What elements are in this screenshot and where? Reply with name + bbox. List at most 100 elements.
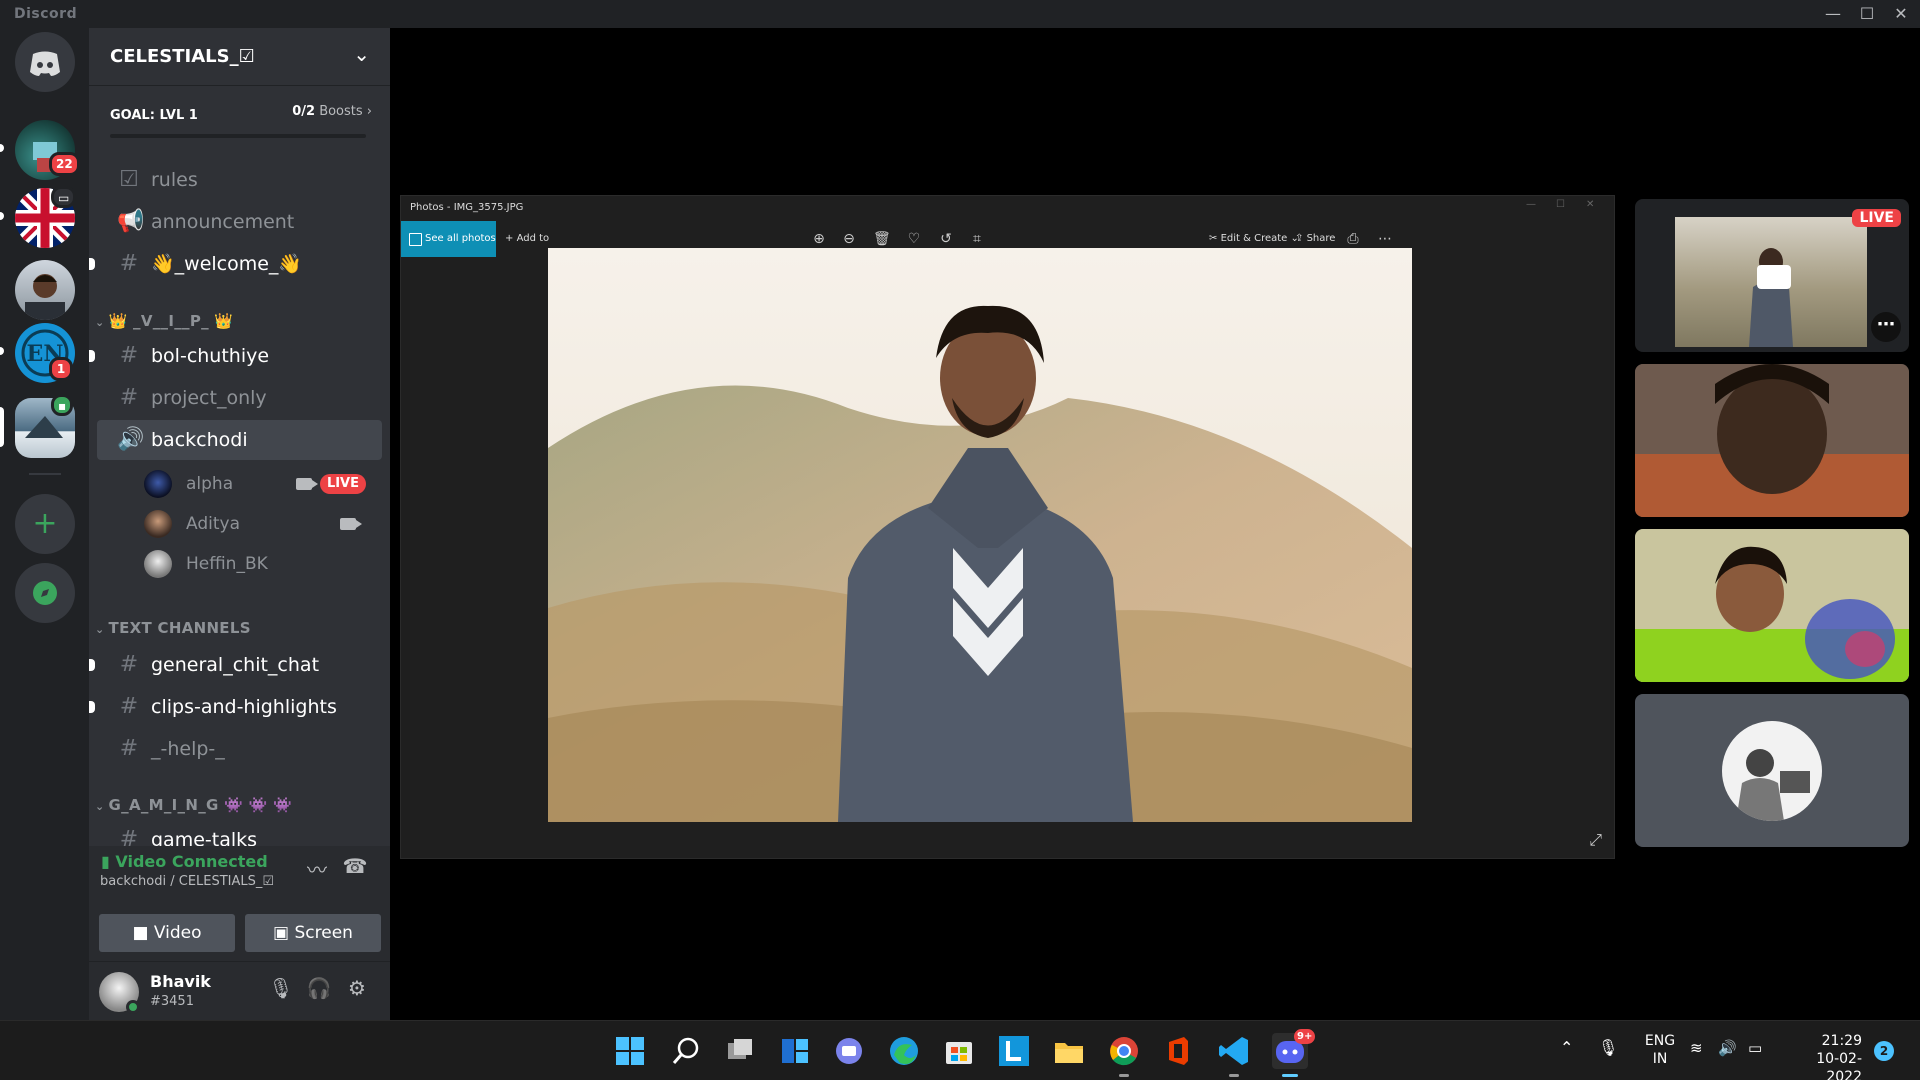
print-icon: ⎙: [1347, 231, 1359, 247]
start-windows-icon[interactable]: [612, 1033, 648, 1069]
video-stage: Photos - IMG_3575.JPG — ☐ ✕ See all phot…: [390, 28, 1920, 1020]
category-vip[interactable]: ⌄ 👑 _V__I__P_ 👑: [95, 312, 233, 330]
chrome-browser-icon[interactable]: [1106, 1033, 1142, 1077]
channel-bol-chuthiye[interactable]: # bol-chuthiye: [89, 336, 382, 376]
server-header[interactable]: CELESTIALS_☑ ⌄: [89, 28, 390, 86]
selected-pill: [0, 407, 4, 447]
language-indicator[interactable]: ENG IN: [1640, 1032, 1680, 1068]
teams-chat-icon[interactable]: [831, 1033, 867, 1069]
see-all-photos-button: See all photos: [401, 221, 496, 257]
disconnect-icon[interactable]: ☎: [341, 854, 369, 882]
category-gaming[interactable]: ⌄ G_A_M_I_N_G 👾 👾 👾: [95, 796, 292, 814]
video-tile-user-3[interactable]: [1635, 529, 1909, 682]
file-explorer-icon[interactable]: [1051, 1033, 1087, 1069]
video-camera-icon: ■: [132, 923, 149, 943]
camera-icon: [296, 478, 318, 490]
home-button[interactable]: [15, 32, 75, 92]
goal-label: GOAL: LVL 1: [110, 108, 198, 123]
screen-share-button[interactable]: ▣ Screen: [245, 914, 381, 952]
edge-browser-icon[interactable]: [886, 1033, 922, 1069]
microphone-icon[interactable]: 🎙: [267, 976, 295, 1004]
headphones-icon[interactable]: 🎧: [305, 976, 333, 1004]
settings-gear-icon[interactable]: ⚙: [343, 976, 371, 1004]
voice-user-alpha[interactable]: alpha LIVE: [144, 466, 374, 502]
compass-icon: [33, 581, 57, 605]
channel-project-only[interactable]: # project_only: [97, 378, 382, 418]
show-hidden-icons-chevron-icon[interactable]: ⌃: [1560, 1039, 1573, 1057]
channel-label: backchodi: [151, 429, 248, 451]
chevron-down-icon: ⌄: [95, 316, 105, 329]
category-label: G_A_M_I_N_G 👾 👾 👾: [108, 796, 293, 814]
explore-servers-button[interactable]: [15, 563, 75, 623]
rules-icon: ☑: [119, 167, 139, 192]
l-app-icon[interactable]: [996, 1033, 1032, 1069]
search-icon[interactable]: [668, 1033, 704, 1069]
voice-user-name: Heffin_BK: [186, 554, 268, 574]
channel-rules[interactable]: ☑ rules: [97, 160, 382, 200]
notification-count-badge[interactable]: 2: [1874, 1041, 1894, 1061]
video-button[interactable]: ■ Video: [99, 914, 235, 952]
voice-user-aditya[interactable]: Aditya: [144, 506, 374, 542]
battery-icon[interactable]: ▭: [1748, 1039, 1762, 1057]
screen-button-label: Screen: [294, 923, 353, 943]
channel-general-chit-chat[interactable]: # general_chit_chat: [89, 645, 382, 685]
time: 21:29: [1821, 1033, 1862, 1049]
avatar: [144, 510, 172, 538]
server-icon-celestials[interactable]: 22: [15, 120, 80, 180]
microphone-in-use-icon[interactable]: 🎙: [1598, 1039, 1618, 1057]
goal-progress-bar: [110, 134, 366, 138]
plus-icon: +: [32, 506, 58, 541]
channel-announcement[interactable]: 📢 announcement: [97, 202, 382, 242]
boost-goal[interactable]: GOAL: LVL 1 0/2 Boosts ›: [110, 104, 372, 138]
unread-dot: [89, 258, 95, 270]
camera-icon: [340, 518, 362, 530]
voice-user-heffin[interactable]: Heffin_BK: [144, 546, 374, 582]
chevron-down-icon: ⌄: [353, 42, 370, 66]
live-badge: LIVE: [1852, 209, 1901, 227]
more-options-icon[interactable]: ⋯: [1871, 312, 1901, 342]
noise-suppression-icon[interactable]: 〰: [303, 854, 331, 882]
discord-taskbar-icon[interactable]: 9+: [1272, 1029, 1316, 1077]
add-server-button[interactable]: +: [15, 494, 75, 554]
category-text-channels[interactable]: ⌄ TEXT CHANNELS: [95, 619, 251, 637]
webcam-feed: [1635, 364, 1909, 517]
vscode-icon[interactable]: [1216, 1033, 1252, 1077]
video-tile-user-2[interactable]: [1635, 364, 1909, 517]
server-icon-landscape[interactable]: ▪: [15, 394, 75, 458]
app-window: Discord — ☐ ✕ 22 ▭ EN 1 ▪ + CELESTIALS_☑…: [0, 0, 1920, 1080]
wifi-icon[interactable]: ≋: [1690, 1039, 1703, 1057]
stream-tile-alpha[interactable]: LIVE ⋯: [1635, 199, 1909, 352]
minimize-icon[interactable]: —: [1816, 2, 1850, 26]
microsoft-store-icon[interactable]: [941, 1033, 977, 1069]
add-to-button: + Add to: [505, 233, 550, 244]
office-icon[interactable]: [1160, 1033, 1196, 1069]
channel-label: general_chit_chat: [151, 654, 320, 676]
channel-help[interactable]: # _-help-_: [97, 729, 382, 769]
screen-share-photos-window[interactable]: Photos - IMG_3575.JPG — ☐ ✕ See all phot…: [400, 195, 1615, 859]
maximize-icon[interactable]: ☐: [1850, 2, 1884, 26]
server-icon-en[interactable]: EN 1: [15, 323, 75, 383]
server-icon-portrait[interactable]: [15, 260, 75, 320]
server-icon-uk-flag[interactable]: ▭: [15, 186, 77, 248]
channel-game-talks[interactable]: # game-talks: [97, 820, 382, 846]
clock[interactable]: 21:29 10-02-2022: [1782, 1032, 1862, 1080]
online-status-icon: [126, 1000, 140, 1014]
video-tile-bhavik[interactable]: [1635, 694, 1909, 847]
unread-pill: [0, 212, 4, 220]
zoom-out-icon: ⊖: [843, 231, 855, 247]
channel-backchodi[interactable]: 🔊 backchodi: [97, 420, 382, 460]
unread-dot: [89, 701, 95, 713]
expand-icon: ⤢: [1589, 830, 1602, 849]
volume-icon[interactable]: 🔊: [1718, 1039, 1737, 1057]
voice-user-name: Aditya: [186, 514, 240, 534]
unread-dot: [89, 659, 95, 671]
channel-clips-and-highlights[interactable]: # clips-and-highlights: [89, 687, 382, 727]
channel-label: announcement: [151, 211, 295, 233]
voice-location[interactable]: backchodi / CELESTIALS_☑: [100, 874, 274, 889]
task-view-icon[interactable]: [722, 1033, 758, 1069]
widgets-icon[interactable]: [777, 1033, 813, 1069]
user-panel: Bhavik #3451 🎙 🎧 ⚙: [89, 962, 390, 1020]
close-icon[interactable]: ✕: [1884, 2, 1918, 26]
channel-welcome[interactable]: # 👋_welcome_👋: [89, 244, 382, 284]
avatar: [144, 470, 172, 498]
